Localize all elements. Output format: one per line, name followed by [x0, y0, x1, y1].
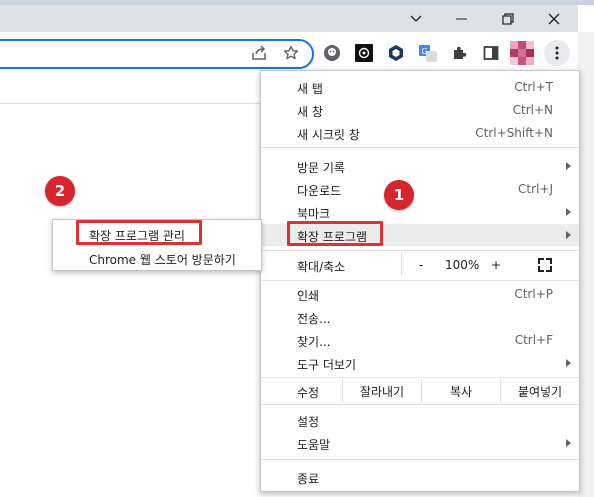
menu-item-print[interactable]: 인쇄 Ctrl+P [261, 283, 579, 305]
menu-item-label: 북마크 [297, 207, 331, 221]
menu-separator [261, 280, 579, 281]
submenu-arrow-icon [566, 208, 571, 216]
menu-item-shortcut: Ctrl+P [514, 287, 553, 301]
annotation-badge-step1: 1 [384, 180, 414, 210]
menu-item-label: 전송... [297, 312, 331, 326]
svg-text:G: G [422, 47, 428, 56]
menu-item-exit[interactable]: 종료 [261, 466, 579, 488]
cut-label: 잘라내기 [359, 384, 405, 399]
submenu-arrow-icon [566, 359, 571, 367]
menu-separator [261, 377, 579, 378]
edit-row: 수정 잘라내기 복사 붙여넣기 [261, 380, 579, 402]
menu-item-shortcut: Ctrl+Shift+N [475, 126, 553, 140]
menu-item-shortcut: Ctrl+J [518, 182, 553, 196]
menu-item-downloads[interactable]: 다운로드 Ctrl+J [261, 178, 579, 200]
menu-item-label: 도움말 [297, 438, 331, 452]
fullscreen-icon[interactable] [538, 258, 552, 272]
page-scrollbar[interactable] [578, 32, 594, 497]
copy-button[interactable]: 복사 [421, 380, 500, 402]
menu-separator [261, 404, 579, 405]
badge-number: 1 [393, 186, 405, 204]
close-icon[interactable] [531, 5, 577, 32]
menu-item-label: 새 시크릿 창 [297, 128, 360, 142]
restore-icon[interactable] [485, 5, 531, 32]
menu-item-shortcut: Ctrl+T [514, 80, 553, 94]
hex-extension-icon[interactable] [384, 41, 408, 65]
menu-item-label: 다운로드 [297, 184, 342, 198]
menu-item-label: 새 창 [297, 105, 323, 119]
zoom-divider [401, 253, 402, 275]
menu-item-more-tools[interactable]: 도구 더보기 [261, 352, 579, 374]
paste-label: 붙여넣기 [517, 384, 563, 399]
menu-item-find[interactable]: 찾기... Ctrl+F [261, 329, 579, 351]
menu-item-incognito[interactable]: 새 시크릿 창 Ctrl+Shift+N [261, 122, 579, 144]
menu-item-new-tab[interactable]: 새 탭 Ctrl+T [261, 76, 579, 98]
zoom-level: 100% [445, 258, 480, 272]
menu-item-help[interactable]: 도움말 [261, 432, 579, 454]
share-icon[interactable] [247, 41, 271, 65]
menu-item-bookmarks[interactable]: 북마크 [261, 201, 579, 223]
puzzle-extensions-icon[interactable] [448, 41, 472, 65]
submenu-item-web-store[interactable]: Chrome 웹 스토어 방문하기 [53, 247, 261, 269]
menu-item-cast[interactable]: 전송... [261, 306, 579, 328]
ghost-extension-icon[interactable] [320, 41, 344, 65]
menu-item-new-window[interactable]: 새 창 Ctrl+N [261, 99, 579, 121]
annotation-highlight-manage [76, 220, 202, 245]
cut-button[interactable]: 잘라내기 [342, 380, 421, 402]
submenu-arrow-icon [566, 162, 571, 170]
minimize-icon[interactable] [439, 5, 485, 32]
openai-extension-icon[interactable] [352, 41, 376, 65]
edit-label: 수정 [297, 386, 320, 400]
badge-number: 2 [54, 182, 66, 200]
zoom-in-button[interactable]: + [491, 258, 501, 272]
annotation-highlight-extensions [287, 221, 383, 246]
side-panel-icon[interactable] [479, 41, 503, 65]
more-menu-icon[interactable] [544, 40, 570, 66]
menu-item-label: 설정 [297, 415, 320, 429]
annotation-badge-step2: 2 [45, 176, 75, 206]
menu-item-label: 방문 기록 [297, 161, 345, 175]
menu-item-label: 새 탭 [297, 82, 323, 96]
submenu-item-label: Chrome 웹 스토어 방문하기 [89, 253, 236, 267]
zoom-label: 확대/축소 [297, 260, 346, 274]
menu-item-shortcut: Ctrl+N [512, 103, 553, 117]
submenu-arrow-icon [566, 439, 571, 447]
submenu-arrow-icon [566, 231, 571, 239]
menu-separator [261, 147, 579, 148]
menu-item-history[interactable]: 방문 기록 [261, 155, 579, 177]
copy-label: 복사 [449, 384, 473, 399]
menu-item-shortcut: Ctrl+F [514, 333, 553, 347]
paste-button[interactable]: 붙여넣기 [500, 380, 579, 402]
zoom-out-button[interactable]: - [419, 258, 423, 272]
menu-item-label: 찾기... [297, 335, 331, 349]
translate-extension-icon[interactable]: G [416, 41, 440, 65]
chrome-main-menu: 새 탭 Ctrl+T 새 창 Ctrl+N 새 시크릿 창 Ctrl+Shift… [260, 70, 580, 492]
menu-item-settings[interactable]: 설정 [261, 409, 579, 431]
menu-separator [261, 459, 579, 460]
menu-separator [261, 250, 579, 251]
profile-avatar[interactable] [510, 41, 534, 65]
bookmark-star-icon[interactable] [279, 41, 303, 65]
menu-item-label: 도구 더보기 [297, 358, 357, 372]
chevron-down-icon[interactable] [393, 5, 439, 32]
menu-item-label: 인쇄 [297, 289, 320, 303]
menu-item-label: 종료 [297, 472, 320, 486]
